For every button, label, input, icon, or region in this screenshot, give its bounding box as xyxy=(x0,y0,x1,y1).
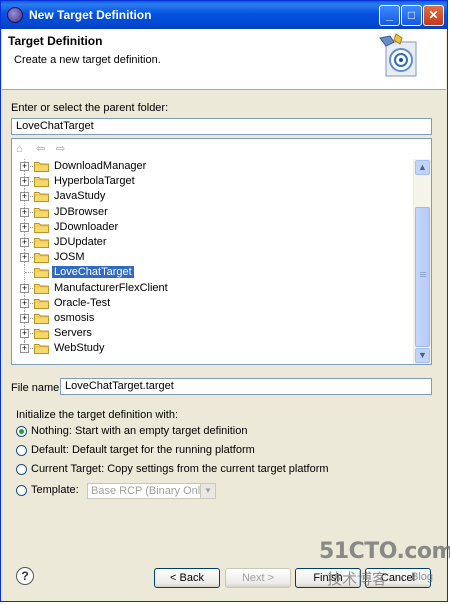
title-bar[interactable]: New Target Definition _ □ ✕ xyxy=(1,1,447,29)
tree-item-label[interactable]: WebStudy xyxy=(52,342,107,354)
folder-icon xyxy=(34,313,49,324)
expand-icon[interactable]: + xyxy=(20,298,29,308)
expand-icon[interactable]: + xyxy=(20,329,29,339)
home-icon[interactable]: ⌂ xyxy=(16,144,29,155)
page-title: Target Definition xyxy=(8,34,103,48)
minimize-button[interactable]: _ xyxy=(379,5,400,26)
folder-icon xyxy=(34,207,49,218)
expand-icon[interactable]: + xyxy=(20,314,29,323)
radio-nothing-indicator[interactable] xyxy=(16,426,27,437)
expand-icon[interactable]: + xyxy=(20,222,29,232)
tree-item[interactable]: LoveChatTarget xyxy=(12,265,417,281)
radio-template-indicator[interactable] xyxy=(16,485,27,496)
folder-icon xyxy=(34,191,49,203)
tree-item-label[interactable]: JOSM xyxy=(52,251,87,263)
tree-item[interactable]: + ManufacturerFlexClient xyxy=(12,280,417,296)
tree-item-label[interactable]: JavaStudy xyxy=(52,190,107,202)
radio-current-target-label[interactable]: Current Target: Copy settings from the c… xyxy=(31,463,329,475)
file-name-label: File name: xyxy=(11,382,63,394)
wizard-header: Target Definition Create a new target de… xyxy=(2,29,446,90)
expand-icon[interactable]: + xyxy=(20,207,29,217)
tree-item[interactable]: + Oracle-Test xyxy=(12,295,417,311)
folder-icon xyxy=(34,222,49,233)
eclipse-icon xyxy=(7,7,23,23)
folder-icon xyxy=(34,161,49,172)
tree-item[interactable]: + JDUpdater xyxy=(12,235,417,250)
tree-item-label[interactable]: Servers xyxy=(52,327,94,339)
tree-item-label[interactable]: DownloadManager xyxy=(52,160,148,172)
expand-icon[interactable]: + xyxy=(20,192,29,202)
radio-default-label[interactable]: Default: Default target for the running … xyxy=(31,444,255,456)
cancel-button[interactable]: Cancel xyxy=(365,568,431,588)
tree-item[interactable]: + osmosis xyxy=(12,311,417,326)
expand-icon[interactable]: + xyxy=(20,162,29,171)
tree-item-label[interactable]: osmosis xyxy=(52,312,96,324)
folder-icon xyxy=(34,176,49,188)
parent-folder-input[interactable]: LoveChatTarget xyxy=(11,118,432,135)
folder-icon xyxy=(34,267,49,279)
tree-item-label[interactable]: LoveChatTarget xyxy=(52,266,134,279)
template-select[interactable]: Base RCP (Binary Only) ▼ xyxy=(87,483,216,499)
template-select-value: Base RCP (Binary Only) xyxy=(91,485,210,497)
init-heading: Initialize the target definition with: xyxy=(16,409,179,421)
expand-icon[interactable]: + xyxy=(20,344,29,354)
tree-item[interactable]: + JOSM xyxy=(12,250,417,266)
next-button[interactable]: Next > xyxy=(225,568,291,588)
maximize-button[interactable]: □ xyxy=(401,5,422,26)
tree-item[interactable]: + JDBrowser xyxy=(12,204,417,220)
expand-icon[interactable]: + xyxy=(20,238,29,247)
tree-item[interactable]: + WebStudy xyxy=(12,341,417,356)
tree-item-label[interactable]: ManufacturerFlexClient xyxy=(52,282,170,294)
expand-icon[interactable]: + xyxy=(20,283,29,293)
tree-item[interactable]: + JDownloader xyxy=(12,219,417,235)
tree-item[interactable]: + DownloadManager xyxy=(12,159,417,174)
target-wizard-icon xyxy=(379,33,417,77)
tree-scrollbar[interactable]: ▲ ▼ xyxy=(413,159,431,364)
chevron-down-icon[interactable]: ▼ xyxy=(200,484,215,498)
tree-rows: + DownloadManager + HyperbolaTarget + JavaStu… xyxy=(12,159,417,364)
dialog-window: New Target Definition _ □ ✕ Target Defin… xyxy=(0,0,450,602)
folder-icon xyxy=(34,328,49,340)
folder-icon xyxy=(34,343,49,355)
watermark-site: 51CTO.com xyxy=(319,539,450,564)
tree-item-label[interactable]: JDownloader xyxy=(52,221,120,233)
folder-icon xyxy=(34,298,49,309)
page-description: Create a new target definition. xyxy=(14,54,161,66)
back-button[interactable]: < Back xyxy=(154,568,220,588)
radio-current-target-indicator[interactable] xyxy=(16,464,27,475)
scroll-thumb[interactable] xyxy=(415,207,430,347)
parent-folder-label: Enter or select the parent folder: xyxy=(11,102,169,114)
folder-tree[interactable]: ⌂ ⇦ ⇨ + DownloadManager + HyperbolaTarget + J… xyxy=(11,138,432,365)
tree-item[interactable]: + JavaStudy xyxy=(12,189,417,205)
file-name-input[interactable]: LoveChatTarget.target xyxy=(60,378,432,395)
tree-item[interactable]: + Servers xyxy=(12,326,417,342)
folder-icon xyxy=(34,283,49,294)
radio-template-label[interactable]: Template: xyxy=(31,484,79,496)
expand-icon[interactable]: + xyxy=(20,253,29,263)
tree-item-label[interactable]: JDBrowser xyxy=(52,206,110,218)
tree-item-label[interactable]: Oracle-Test xyxy=(52,297,112,309)
folder-icon xyxy=(34,237,49,248)
scroll-up-icon[interactable]: ▲ xyxy=(415,160,430,175)
radio-default-indicator[interactable] xyxy=(16,445,27,456)
help-icon[interactable]: ? xyxy=(16,567,34,585)
tree-item[interactable]: + HyperbolaTarget xyxy=(12,174,417,190)
radio-nothing-label[interactable]: Nothing: Start with an empty target defi… xyxy=(31,425,247,437)
tree-item-label[interactable]: HyperbolaTarget xyxy=(52,175,137,187)
expand-icon[interactable]: + xyxy=(20,177,29,187)
tree-item-label[interactable]: JDUpdater xyxy=(52,236,109,248)
back-arrow-icon[interactable]: ⇦ xyxy=(36,144,49,155)
finish-button[interactable]: Finish xyxy=(295,568,361,588)
window-title: New Target Definition xyxy=(29,8,152,22)
close-button[interactable]: ✕ xyxy=(423,5,444,26)
forward-arrow-icon[interactable]: ⇨ xyxy=(56,144,69,155)
folder-icon xyxy=(34,252,49,264)
scroll-down-icon[interactable]: ▼ xyxy=(415,348,430,363)
